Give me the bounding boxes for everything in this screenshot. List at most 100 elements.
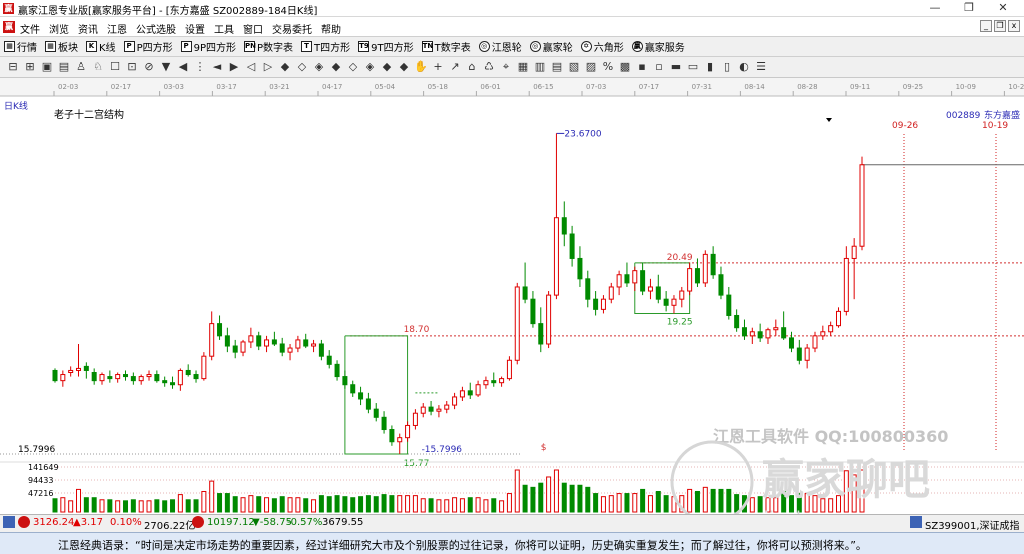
- tool-icon-20[interactable]: ◇: [346, 60, 360, 74]
- volume-bar: [655, 490, 661, 513]
- mdi-close-button[interactable]: x: [1008, 20, 1020, 32]
- volume-bar: [428, 498, 434, 513]
- tool-icon-19[interactable]: ◆: [329, 60, 343, 74]
- tool-icon-0[interactable]: ⊟: [6, 60, 20, 74]
- candle-body: [483, 380, 489, 386]
- tool-icon-33[interactable]: ▧: [567, 60, 581, 74]
- volume-bar: [201, 490, 207, 513]
- tool-icon-28[interactable]: ♺: [482, 60, 496, 74]
- tool-icon-10[interactable]: ◀: [176, 60, 190, 74]
- index-switch-icon[interactable]: [910, 516, 922, 528]
- tool-icon-15[interactable]: ▷: [261, 60, 275, 74]
- 9p-square-icon: P: [180, 41, 192, 52]
- tool-icon-7[interactable]: ⊡: [125, 60, 139, 74]
- toolbar-button-3[interactable]: P P四方形: [123, 39, 173, 54]
- volume-bar: [640, 488, 646, 513]
- candle-body: [553, 217, 559, 296]
- close-button[interactable]: ✕: [986, 0, 1020, 16]
- tool-icon-23[interactable]: ◆: [397, 60, 411, 74]
- tool-icon-44[interactable]: ☰: [754, 60, 768, 74]
- tool-icon-3[interactable]: ▤: [57, 60, 71, 74]
- tool-icon-25[interactable]: +: [431, 60, 445, 74]
- tool-icon-24[interactable]: ✋: [414, 60, 428, 74]
- candle-body: [452, 396, 458, 406]
- tool-icon-13[interactable]: ▶: [227, 60, 241, 74]
- menu-item-5[interactable]: 设置: [185, 21, 205, 36]
- toolbar-button-8[interactable]: TN T数字表: [421, 39, 471, 54]
- tool-icon-16[interactable]: ◆: [278, 60, 292, 74]
- menu-item-2[interactable]: 资讯: [78, 21, 98, 36]
- candle-body: [616, 274, 622, 288]
- candle-body: [467, 390, 473, 396]
- tool-icon-17[interactable]: ◇: [295, 60, 309, 74]
- toolbar-button-7[interactable]: T9 9T四方形: [358, 39, 414, 54]
- toolbar-button-12[interactable]: 赢赢家服务: [631, 39, 685, 54]
- tool-icon-2[interactable]: ▣: [40, 60, 54, 74]
- tool-icon-30[interactable]: ▦: [516, 60, 530, 74]
- tool-icon-29[interactable]: ⌖: [499, 60, 513, 74]
- restore-button[interactable]: ❐: [952, 0, 986, 16]
- menu-item-1[interactable]: 浏览: [49, 21, 69, 36]
- menu-item-4[interactable]: 公式选股: [136, 21, 176, 36]
- toolbar-button-9[interactable]: ◎ 江恩轮: [478, 39, 522, 54]
- tool-icon-4[interactable]: ♙: [74, 60, 88, 74]
- candle-body: [138, 376, 144, 382]
- tool-icon-21[interactable]: ◈: [363, 60, 377, 74]
- tool-icon-9[interactable]: ▼: [159, 60, 173, 74]
- tool-icon-42[interactable]: ▯: [720, 60, 734, 74]
- tool-icon-18[interactable]: ◈: [312, 60, 326, 74]
- toolbar-button-6[interactable]: T T四方形: [301, 39, 350, 54]
- toolbar-button-11[interactable]: ✡ 六角形: [580, 39, 624, 54]
- tool-icon-39[interactable]: ▬: [669, 60, 683, 74]
- volume-bar: [444, 499, 450, 513]
- tool-icon-38[interactable]: ▫: [652, 60, 666, 74]
- tool-icon-34[interactable]: ▨: [584, 60, 598, 74]
- tool-icon-5[interactable]: ♘: [91, 60, 105, 74]
- menu-item-8[interactable]: 交易委托: [272, 21, 312, 36]
- toolbar-button-2[interactable]: K K线: [86, 39, 116, 54]
- toolbar-button-5[interactable]: PN P数字表: [244, 39, 293, 54]
- candle-body: [287, 347, 293, 353]
- minimize-button[interactable]: —: [918, 0, 952, 16]
- mdi-minimize-button[interactable]: _: [980, 20, 992, 32]
- mdi-restore-button[interactable]: ❐: [994, 20, 1006, 32]
- tool-icon-41[interactable]: ▮: [703, 60, 717, 74]
- date-tick: 06-15: [533, 83, 553, 91]
- volume-bar: [718, 488, 724, 513]
- tool-icon-32[interactable]: ▤: [550, 60, 564, 74]
- toolbar-button-0[interactable]: ▦ 行情: [4, 39, 37, 54]
- candle-body: [444, 404, 450, 410]
- menu-item-9[interactable]: 帮助: [321, 21, 341, 36]
- tool-icon-37[interactable]: ▪: [635, 60, 649, 74]
- toolbar-button-10[interactable]: ◎ 赢家轮: [529, 39, 573, 54]
- grid-icon[interactable]: [3, 516, 15, 528]
- tool-icon-26[interactable]: ↗: [448, 60, 462, 74]
- volume-bar: [475, 497, 481, 513]
- toolbar-button-1[interactable]: ▦ 板块: [45, 39, 78, 54]
- toolbar-button-4[interactable]: P 9P四方形: [180, 39, 236, 54]
- tool-icon-11[interactable]: ⋮: [193, 60, 207, 74]
- tool-icon-1[interactable]: ⊞: [23, 60, 37, 74]
- tool-icon-14[interactable]: ◁: [244, 60, 258, 74]
- tool-icon-31[interactable]: ▥: [533, 60, 547, 74]
- candle-body: [593, 298, 599, 310]
- menu-item-6[interactable]: 工具: [214, 21, 234, 36]
- tool-icon-22[interactable]: ◆: [380, 60, 394, 74]
- tool-icon-8[interactable]: ⊘: [142, 60, 156, 74]
- tool-icon-43[interactable]: ◐: [737, 60, 751, 74]
- tool-icon-36[interactable]: ▩: [618, 60, 632, 74]
- candle-body: [499, 378, 505, 384]
- tool-icon-27[interactable]: ⌂: [465, 60, 479, 74]
- tool-icon-40[interactable]: ▭: [686, 60, 700, 74]
- menu-item-3[interactable]: 江恩: [107, 21, 127, 36]
- volume-bar: [734, 494, 740, 513]
- index-label[interactable]: SZ399001,深证成指: [925, 517, 1020, 532]
- date-tick: 10-23: [1008, 83, 1024, 91]
- kline-chart[interactable]: 02-03 02-17 03-03 03-17 03-21 04-17 05-04 05-18…: [0, 78, 1024, 514]
- tool-icon-35[interactable]: %: [601, 60, 615, 74]
- menu-item-7[interactable]: 窗口: [243, 21, 263, 36]
- menu-item-0[interactable]: 文件: [20, 21, 40, 36]
- tool-icon-12[interactable]: ◄: [210, 60, 224, 74]
- tool-icon-6[interactable]: ☐: [108, 60, 122, 74]
- sh-index-change: ▲3.17: [73, 517, 103, 528]
